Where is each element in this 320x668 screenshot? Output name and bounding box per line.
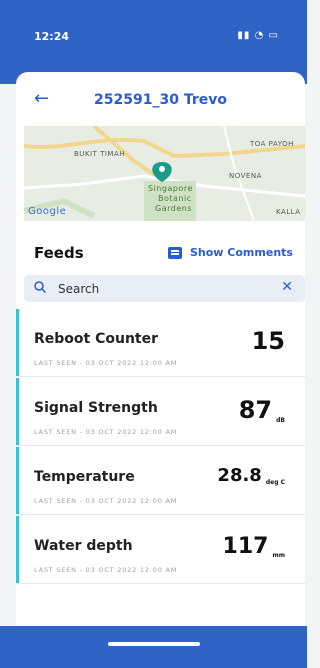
feed-name: Signal Strength <box>34 400 158 416</box>
status-time: 12:24 <box>34 30 70 43</box>
show-comments-button[interactable]: Show Comments <box>168 246 293 259</box>
bottom-bar <box>0 626 307 668</box>
close-icon: ✕ <box>281 279 293 295</box>
feed-item-accent <box>16 378 19 446</box>
feed-item[interactable]: Temperature LAST SEEN - 03 OCT 2022 12:0… <box>16 447 305 515</box>
feed-item[interactable]: Signal Strength LAST SEEN - 03 OCT 2022 … <box>16 378 305 446</box>
comment-icon <box>168 246 182 259</box>
feed-item-accent <box>16 309 19 377</box>
signal-icon: ▮▮ <box>237 30 251 41</box>
map-label: Botanic <box>158 194 192 203</box>
feed-value: 87 <box>238 396 273 424</box>
feed-value-wrapper: 117 mm <box>223 534 285 559</box>
search-icon <box>34 281 46 293</box>
feed-value: 28.8 <box>217 465 262 486</box>
location-map[interactable]: BUKIT TIMAH TOA PAYOH NOVENA Singapore B… <box>24 126 305 221</box>
feed-last-seen: LAST SEEN - 03 OCT 2022 12:00 AM <box>34 566 178 574</box>
feed-value-wrapper: 15 <box>252 327 285 355</box>
feed-item[interactable]: Water depth LAST SEEN - 03 OCT 2022 12:0… <box>16 516 305 584</box>
map-label: Singapore <box>148 184 193 193</box>
feed-unit: deg C <box>265 479 285 486</box>
home-indicator[interactable] <box>108 642 200 646</box>
search-bar: ✕ <box>24 275 305 302</box>
feed-name: Water depth <box>34 538 133 554</box>
system-status-icons: ▮▮ ◔ ▭ <box>237 30 279 41</box>
clear-search-button[interactable]: ✕ <box>281 280 293 294</box>
feed-item-accent <box>16 447 19 515</box>
map-label: KALLA <box>276 208 301 216</box>
map-label: Gardens <box>155 204 192 213</box>
feed-unit: dB <box>276 417 285 424</box>
feed-name: Reboot Counter <box>34 331 159 347</box>
google-logo: Google <box>28 206 67 217</box>
feed-item-accent <box>16 516 19 584</box>
feed-item[interactable]: Reboot Counter LAST SEEN - 03 OCT 2022 1… <box>16 309 305 377</box>
wifi-icon: ◔ <box>254 30 265 41</box>
feed-value: 15 <box>251 327 285 355</box>
page-title: 252591_30 Trevo <box>94 92 227 108</box>
search-input[interactable] <box>56 279 270 299</box>
divider <box>16 583 305 584</box>
divider <box>16 376 305 377</box>
feed-last-seen: LAST SEEN - 03 OCT 2022 12:00 AM <box>34 428 178 436</box>
divider <box>16 514 305 515</box>
feed-value-wrapper: 28.8 deg C <box>217 465 285 486</box>
battery-icon: ▭ <box>268 30 279 41</box>
map-label: NOVENA <box>229 172 262 180</box>
map-label: BUKIT TIMAH <box>74 150 126 158</box>
feed-value: 117 <box>222 534 269 559</box>
feeds-title: Feeds <box>34 244 84 262</box>
feed-unit: mm <box>272 552 285 559</box>
show-comments-label: Show Comments <box>190 246 293 259</box>
map-label: TOA PAYOH <box>250 140 294 148</box>
feed-last-seen: LAST SEEN - 03 OCT 2022 12:00 AM <box>34 359 178 367</box>
main-card: ← 252591_30 Trevo BUKIT TIMAH TOA PAYOH … <box>16 72 305 668</box>
feed-value-wrapper: 87 dB <box>239 396 285 424</box>
page-header: ← 252591_30 Trevo <box>16 72 305 120</box>
feed-name: Temperature <box>34 469 135 485</box>
feed-last-seen: LAST SEEN - 03 OCT 2022 12:00 AM <box>34 497 178 505</box>
divider <box>16 445 305 446</box>
